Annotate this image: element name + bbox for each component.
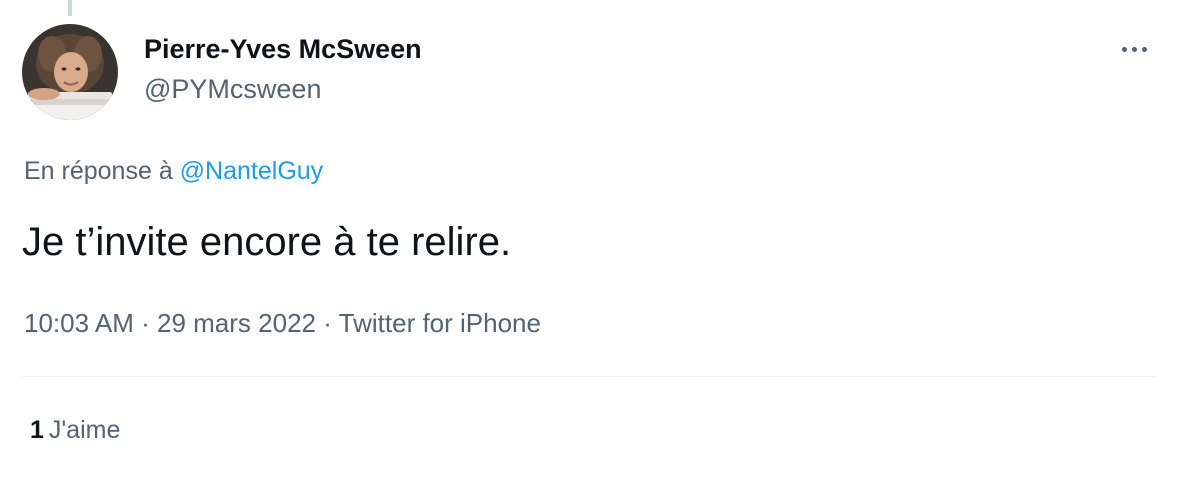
avatar-image <box>22 24 118 120</box>
meta-separator: · <box>141 308 150 338</box>
more-options-button[interactable] <box>1112 34 1156 64</box>
author-handle[interactable]: @PYMcsween <box>144 74 321 105</box>
reply-prefix: En réponse à <box>24 157 173 185</box>
tweet-text: Je t’invite encore à te relire. <box>22 220 512 264</box>
likes-label: J'aime <box>48 416 121 444</box>
tweet-metadata: 10:03 AM · 29 mars 2022 · Twitter for iP… <box>24 308 541 339</box>
tweet-date[interactable]: 29 mars 2022 <box>157 308 316 338</box>
more-horizontal-icon-dot <box>1141 46 1147 52</box>
meta-separator: · <box>323 308 332 338</box>
reply-context: En réponse à @NantelGuy <box>24 157 323 186</box>
likes-link[interactable]: 1 J'aime <box>30 416 120 445</box>
likes-count: 1 <box>30 416 44 444</box>
more-horizontal-icon <box>1121 46 1127 52</box>
thread-connector-line <box>68 0 72 16</box>
avatar[interactable] <box>22 24 118 120</box>
more-horizontal-icon-dot <box>1131 46 1137 52</box>
tweet-source[interactable]: Twitter for iPhone <box>339 308 541 338</box>
reply-mention-link[interactable]: @NantelGuy <box>180 157 324 185</box>
tweet-time[interactable]: 10:03 AM <box>24 308 134 338</box>
author-display-name[interactable]: Pierre-Yves McSween <box>144 34 422 65</box>
divider <box>22 376 1156 377</box>
